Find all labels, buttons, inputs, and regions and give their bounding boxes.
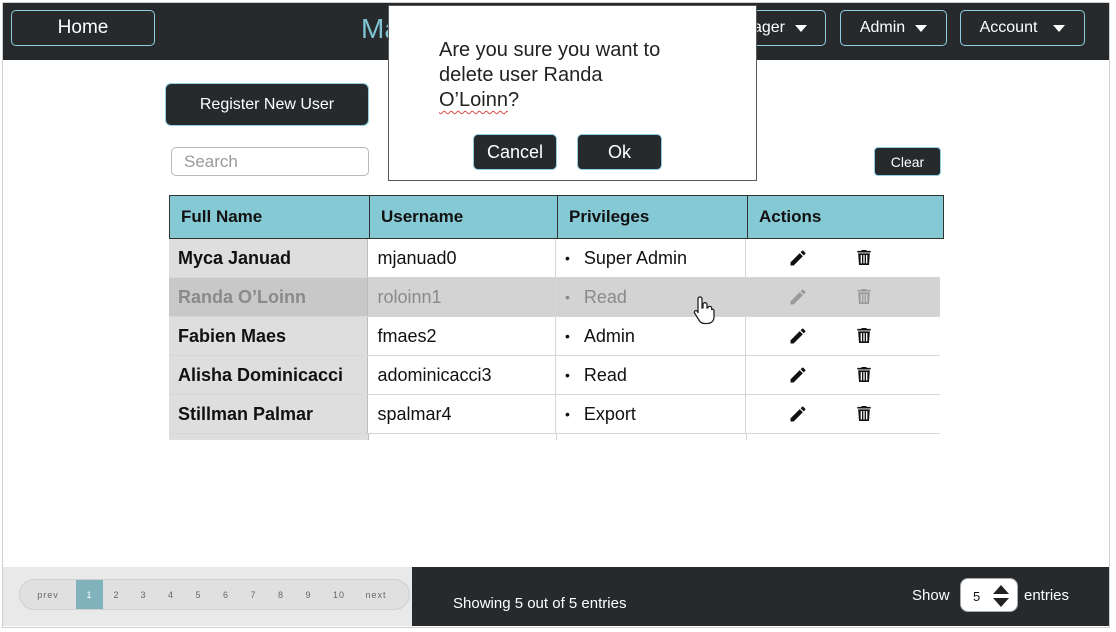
- bullet-icon: •: [565, 289, 570, 305]
- username-cell: mjanuad0: [368, 239, 556, 277]
- dialog-message: Are you sure you want to delete user Ran…: [439, 38, 739, 113]
- column-header-actions: Actions: [759, 207, 822, 226]
- pagination-page-1[interactable]: 1: [76, 580, 103, 609]
- cancel-button[interactable]: Cancel: [473, 134, 557, 170]
- account-menu-label: Account: [979, 19, 1038, 36]
- pagination-page-8[interactable]: 8: [267, 580, 295, 609]
- dialog-user-name: O’Loinn: [439, 89, 508, 111]
- pagination-page-2[interactable]: 2: [103, 580, 130, 609]
- hand-cursor-icon: [693, 296, 715, 325]
- bullet-icon: •: [565, 406, 570, 422]
- pencil-icon[interactable]: [787, 248, 809, 268]
- pagination-prev[interactable]: prev: [20, 580, 76, 609]
- column-header-full-name[interactable]: Full Name: [170, 196, 370, 238]
- actions-cell: [746, 317, 940, 355]
- pagination-page-9[interactable]: 9: [295, 580, 322, 609]
- entries-stepper[interactable]: 5: [960, 578, 1018, 612]
- bullet-icon: •: [565, 250, 570, 266]
- column-header-privileges[interactable]: Privileges: [558, 196, 748, 238]
- actions-cell: [746, 395, 940, 433]
- users-table: Full Name Username Privileges Actions My…: [169, 195, 944, 440]
- privileges-cell: • Super Admin: [556, 239, 746, 277]
- bullet-icon: •: [565, 328, 570, 344]
- username-cell: adominicacci3: [368, 356, 556, 394]
- entries-label: entries: [1024, 587, 1070, 604]
- dialog-message-end: ?: [507, 89, 520, 111]
- table-row: Stillman Palmar spalmar4 • Export: [169, 395, 940, 434]
- arrow-up-icon[interactable]: [993, 585, 1009, 594]
- table-row: Randa O’Loinn roloinn1 • Read: [169, 278, 940, 325]
- clear-button[interactable]: Clear: [874, 147, 941, 176]
- dialog-message-line: Are you sure you want to: [439, 39, 661, 61]
- table-row: Fabien Maes fmaes2 • Admin: [169, 317, 940, 356]
- privilege-item: Super Admin: [583, 247, 687, 268]
- pencil-icon[interactable]: [787, 365, 809, 385]
- show-label: Show: [912, 587, 950, 604]
- privileges-cell: • Export: [556, 395, 746, 433]
- actions-cell: [746, 239, 940, 277]
- pagination-page-4[interactable]: 4: [157, 580, 185, 609]
- delete-confirm-dialog: Are you sure you want to delete user Ran…: [388, 5, 757, 181]
- ok-button[interactable]: Ok: [577, 134, 662, 170]
- dialog-message-line: delete user Randa: [439, 64, 603, 86]
- pagination-next[interactable]: next: [356, 580, 396, 609]
- username-cell: roloinn1: [368, 278, 556, 316]
- pagination-page-3[interactable]: 3: [130, 580, 157, 609]
- pagination-page-10[interactable]: 10: [322, 580, 356, 609]
- table-row: Alisha Dominicacci adominicacci3 • Read: [169, 356, 940, 395]
- privileges-cell: • Read: [556, 356, 746, 394]
- caret-down-icon: [915, 24, 928, 32]
- dialog-message-line: O’Loinn?: [439, 88, 739, 113]
- trash-icon[interactable]: [854, 325, 874, 346]
- home-button[interactable]: Home: [11, 10, 155, 46]
- trash-icon[interactable]: [854, 286, 874, 307]
- table-row: Myca Januad mjanuad0 • Super Admin: [169, 239, 940, 278]
- actions-cell: [746, 278, 940, 316]
- pencil-icon[interactable]: [787, 326, 809, 346]
- username-cell: fmaes2: [368, 317, 556, 355]
- admin-menu-label: Admin: [859, 19, 906, 36]
- trash-icon[interactable]: [854, 364, 874, 385]
- full-name-cell: Randa O’Loinn: [169, 278, 369, 316]
- trash-icon[interactable]: [854, 403, 874, 424]
- actions-cell: [746, 356, 940, 394]
- trash-icon[interactable]: [854, 247, 874, 268]
- privilege-item: Read: [583, 364, 627, 385]
- admin-menu-button[interactable]: Admin: [840, 10, 947, 46]
- full-name-cell: Stillman Palmar: [169, 395, 369, 433]
- pagination-area: prev 1 2 3 4 5 6 7 8 9 10 next: [3, 567, 412, 626]
- privilege-item: Admin: [583, 325, 635, 346]
- manager-menu-label: ager: [752, 19, 785, 36]
- column-header-username[interactable]: Username: [370, 196, 558, 238]
- caret-down-icon: [1053, 24, 1066, 32]
- privilege-item: Read: [583, 286, 627, 307]
- entries-value: 5: [973, 589, 981, 604]
- table-scroll-edge: [169, 434, 940, 440]
- bullet-icon: •: [565, 367, 570, 383]
- username-cell: spalmar4: [368, 395, 556, 433]
- pagination-page-5[interactable]: 5: [185, 580, 212, 609]
- pagination-page-6[interactable]: 6: [212, 580, 240, 609]
- pagination: prev 1 2 3 4 5 6 7 8 9 10 next: [19, 579, 410, 610]
- register-new-user-button[interactable]: Register New User: [165, 83, 369, 126]
- privilege-item: Export: [583, 403, 636, 424]
- account-menu-button[interactable]: Account: [960, 10, 1085, 46]
- caret-down-icon: [795, 24, 807, 32]
- arrow-down-icon[interactable]: [993, 598, 1009, 607]
- table-header: Full Name Username Privileges Actions: [169, 195, 944, 239]
- full-name-cell: Myca Januad: [169, 239, 369, 277]
- showing-entries-text: Showing 5 out of 5 entries: [453, 595, 627, 612]
- full-name-cell: Fabien Maes: [169, 317, 369, 355]
- pagination-page-7[interactable]: 7: [240, 580, 267, 609]
- pencil-icon[interactable]: [787, 404, 809, 424]
- privileges-cell: • Read: [556, 278, 746, 325]
- pencil-icon[interactable]: [787, 287, 809, 307]
- full-name-cell: Alisha Dominicacci: [169, 356, 369, 394]
- search-input[interactable]: [171, 147, 369, 176]
